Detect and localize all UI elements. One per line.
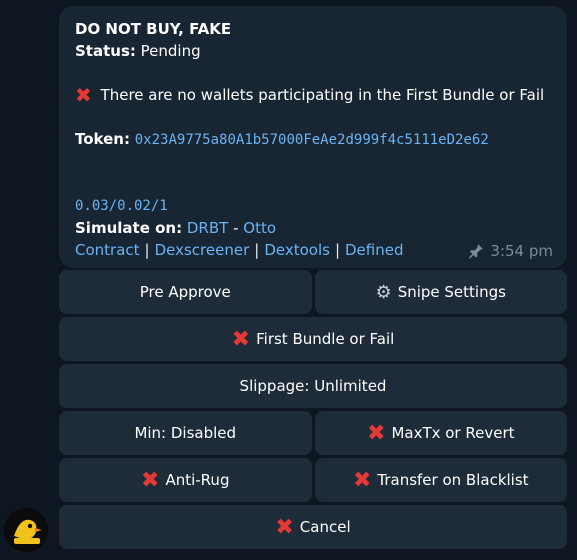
first-bundle-label: First Bundle or Fail	[256, 330, 395, 348]
inline-keyboard: Pre Approve ⚙ Snipe Settings ✖ First Bun…	[59, 270, 567, 552]
slippage-button[interactable]: Slippage: Unlimited	[59, 364, 567, 408]
warning-line: ✖ There are no wallets participating in …	[75, 84, 551, 106]
cross-mark-icon: ✖	[352, 467, 372, 493]
token-line: Token: 0x23A9775a80A1b57000FeAe2d999f4c5…	[75, 128, 551, 151]
transfer-blacklist-button[interactable]: ✖ Transfer on Blacklist	[314, 458, 567, 502]
message-title: DO NOT BUY, FAKE	[75, 20, 232, 38]
pre-approve-label: Pre Approve	[139, 283, 231, 301]
snipe-settings-label: Snipe Settings	[397, 283, 506, 301]
link-dextools[interactable]: Dextools	[264, 241, 330, 259]
link-defined[interactable]: Defined	[345, 241, 403, 259]
link-contract[interactable]: Contract	[75, 241, 140, 259]
cancel-label: Cancel	[299, 518, 351, 536]
min-button[interactable]: Min: Disabled	[59, 411, 312, 455]
status-label: Status:	[75, 42, 136, 60]
message-bubble: DO NOT BUY, FAKE Status: Pending ✖ There…	[59, 6, 567, 268]
cross-mark-icon: ✖	[75, 83, 92, 107]
simulate-line: Simulate on: DRBT - Otto	[75, 217, 551, 239]
simulate-label: Simulate on:	[75, 219, 183, 237]
first-bundle-button[interactable]: ✖ First Bundle or Fail	[59, 317, 567, 361]
message-timestamp: 3:54 pm	[468, 240, 553, 262]
cross-mark-icon: ✖	[367, 420, 386, 446]
maxtx-label: MaxTx or Revert	[391, 424, 515, 442]
cross-mark-icon: ✖	[275, 514, 294, 540]
link-dexscreener[interactable]: Dexscreener	[155, 241, 250, 259]
anti-rug-label: Anti-Rug	[165, 471, 230, 489]
avatar-logo	[4, 508, 48, 552]
warning-text: There are no wallets participating in th…	[100, 86, 545, 104]
cross-mark-icon: ✖	[231, 326, 251, 352]
status-line: Status: Pending	[75, 40, 551, 62]
token-address[interactable]: 0x23A9775a80A1b57000FeAe2d999f4c5111eD2e…	[135, 132, 489, 148]
gear-icon: ⚙	[375, 281, 392, 303]
simulate-dash: -	[233, 219, 239, 237]
min-label: Min: Disabled	[134, 424, 237, 442]
pin-icon	[469, 244, 484, 259]
slippage-label: Slippage: Unlimited	[239, 377, 387, 395]
time-text: 3:54 pm	[490, 242, 553, 260]
transfer-blacklist-label: Transfer on Blacklist	[377, 471, 529, 489]
cross-mark-icon: ✖	[141, 467, 160, 493]
status-value: Pending	[140, 42, 201, 60]
fees-text[interactable]: 0.03/0.02/1	[75, 195, 551, 217]
simulate-link-drbt[interactable]: DRBT	[187, 219, 228, 237]
maxtx-button[interactable]: ✖ MaxTx or Revert	[314, 411, 567, 455]
token-label: Token:	[75, 130, 130, 148]
anti-rug-button[interactable]: ✖ Anti-Rug	[59, 458, 312, 502]
bot-avatar[interactable]	[4, 508, 48, 552]
pre-approve-button[interactable]: Pre Approve	[59, 270, 312, 314]
simulate-link-otto[interactable]: Otto	[243, 219, 276, 237]
snipe-settings-button[interactable]: ⚙ Snipe Settings	[314, 270, 567, 314]
cancel-button[interactable]: ✖ Cancel	[59, 505, 567, 549]
